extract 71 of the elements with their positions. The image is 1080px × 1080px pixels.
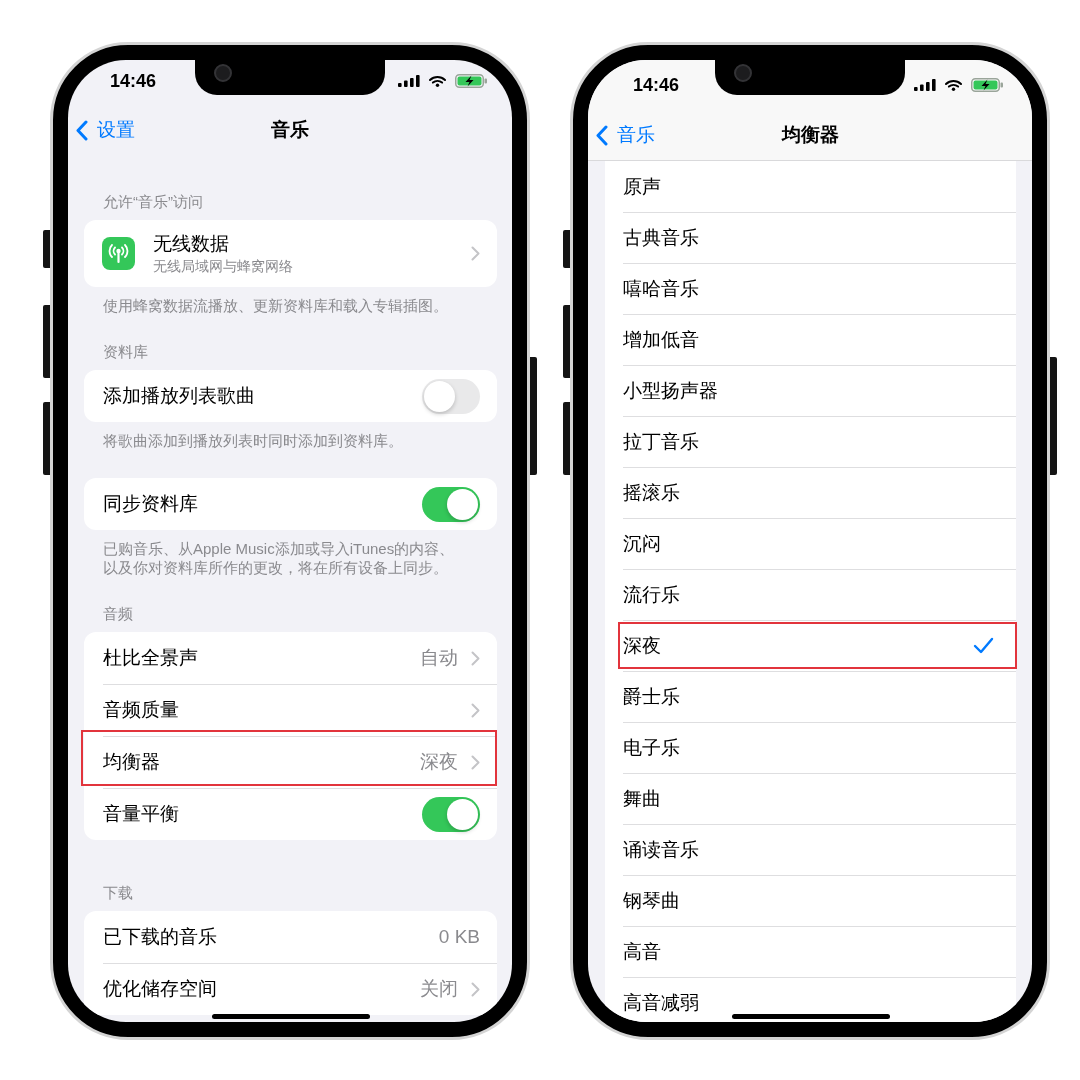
row-value: 自动 (420, 646, 458, 670)
equalizer-option[interactable]: 电子乐 (618, 722, 1016, 773)
equalizer-option[interactable]: 深夜 (618, 620, 1016, 671)
back-button[interactable]: 音乐 (596, 122, 655, 148)
equalizer-option[interactable]: 高音减弱 (618, 977, 1016, 1022)
section-footer: 使用蜂窝数据流播放、更新资料库和载入专辑插图。 (103, 296, 448, 315)
side-button[interactable] (563, 230, 570, 268)
battery-charging-icon (455, 74, 487, 88)
equalizer-option[interactable]: 嘻哈音乐 (618, 263, 1016, 314)
back-button[interactable]: 设置 (76, 117, 135, 143)
equalizer-option[interactable]: 高音 (618, 926, 1016, 977)
row-label[interactable]: 均衡器 (103, 750, 160, 774)
equalizer-option[interactable]: 增加低音 (618, 314, 1016, 365)
equalizer-option[interactable]: 诵读音乐 (618, 824, 1016, 875)
wifi-icon (945, 79, 962, 91)
chevron-right-icon (471, 702, 480, 718)
side-button[interactable] (530, 357, 537, 475)
toggle-switch[interactable] (422, 486, 480, 522)
wifi-icon (429, 75, 446, 87)
chevron-right-icon (471, 246, 480, 261)
toggle-switch[interactable] (422, 796, 480, 832)
side-button[interactable] (43, 305, 50, 378)
status-time: 14:46 (633, 74, 680, 96)
chevron-right-icon (471, 981, 480, 997)
equalizer-option[interactable]: 沉闷 (618, 518, 1016, 569)
row-subtitle: 无线局域网与蜂窝网络 (153, 257, 293, 275)
equalizer-option[interactable]: 拉丁音乐 (618, 416, 1016, 467)
camera-icon (214, 64, 232, 82)
section-footer: 将歌曲添加到播放列表时同时添加到资料库。 (103, 431, 403, 450)
equalizer-option[interactable]: 流行乐 (618, 569, 1016, 620)
row-label[interactable]: 无线数据 (153, 232, 229, 256)
section-header: 允许“音乐”访问 (103, 193, 203, 211)
toggle-switch[interactable] (422, 378, 480, 414)
side-button[interactable] (1050, 357, 1057, 475)
equalizer-option[interactable]: 钢琴曲 (618, 875, 1016, 926)
equalizer-option[interactable]: 摇滚乐 (618, 467, 1016, 518)
section-footer: 已购音乐、从Apple Music添加或导入iTunes的内容、以及你对资料库所作的更改，将在所有设备上同步。 (103, 539, 455, 577)
row-label: 音量平衡 (103, 802, 179, 826)
camera-icon (734, 64, 752, 82)
signal-icon (398, 75, 420, 87)
row-label: 添加播放列表歌曲 (103, 384, 255, 408)
status-time: 14:46 (110, 70, 157, 92)
row-label[interactable]: 已下载的音乐 (103, 925, 217, 949)
back-chevron-icon (76, 119, 88, 141)
side-button[interactable] (563, 402, 570, 475)
antenna-icon (102, 237, 135, 270)
row-label: 同步资料库 (103, 492, 198, 516)
signal-icon (914, 79, 936, 91)
equalizer-option[interactable]: 爵士乐 (618, 671, 1016, 722)
equalizer-option[interactable]: 舞曲 (618, 773, 1016, 824)
section-header: 资料库 (103, 343, 148, 361)
side-button[interactable] (43, 402, 50, 475)
battery-charging-icon (971, 78, 1003, 92)
row-label[interactable]: 优化储存空间 (103, 977, 217, 1001)
row-value: 0 KB (438, 926, 480, 948)
section-header: 音频 (103, 605, 133, 623)
nav-title: 均衡器 (781, 123, 839, 147)
row-value: 深夜 (420, 750, 458, 774)
equalizer-option[interactable]: 小型扬声器 (618, 365, 1016, 416)
row-value: 关闭 (420, 977, 458, 1001)
back-chevron-icon (596, 124, 608, 146)
equalizer-option[interactable]: 古典音乐 (618, 212, 1016, 263)
equalizer-option[interactable]: 原声 (618, 161, 1016, 212)
nav-title: 音乐 (271, 118, 309, 142)
side-button[interactable] (43, 230, 50, 268)
row-label[interactable]: 音频质量 (103, 698, 179, 722)
section-header: 下载 (103, 884, 133, 902)
row-label[interactable]: 杜比全景声 (103, 646, 198, 670)
side-button[interactable] (563, 305, 570, 378)
chevron-right-icon (471, 650, 480, 666)
chevron-right-icon (471, 754, 480, 770)
